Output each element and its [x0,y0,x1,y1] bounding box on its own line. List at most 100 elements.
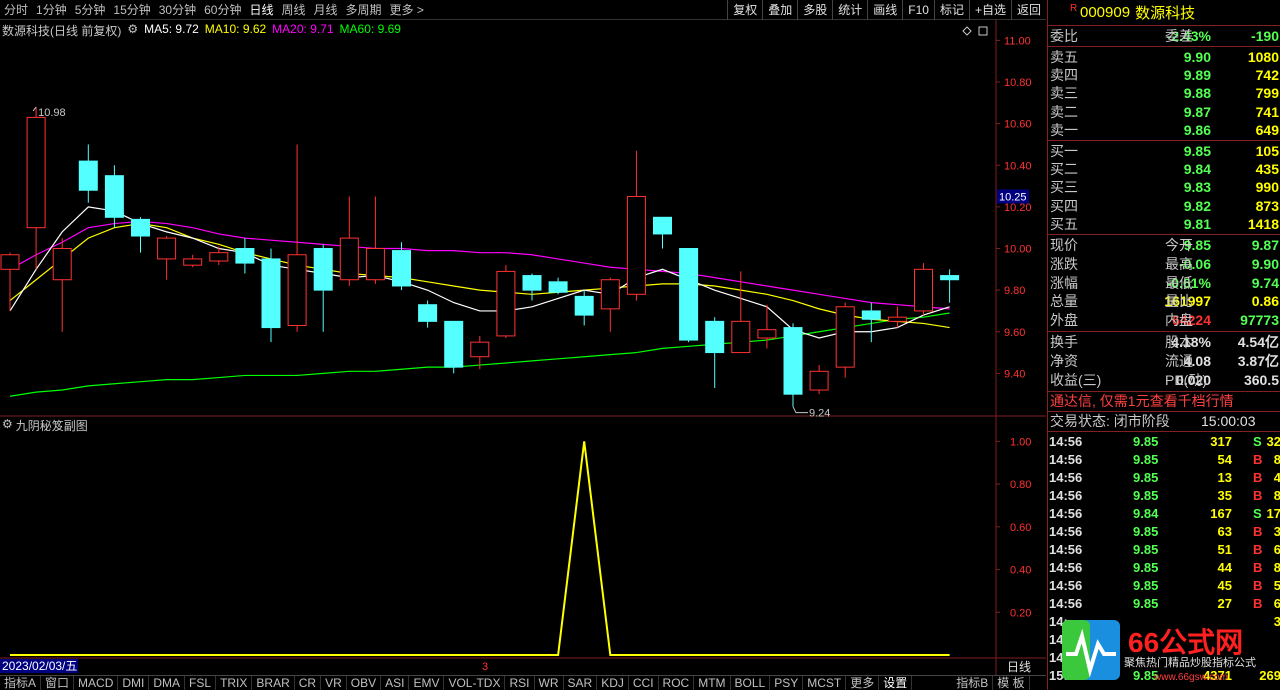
candle[interactable] [78,144,98,203]
indicator-tab-24[interactable]: 更多 [846,676,880,690]
candle[interactable] [183,254,203,268]
indicator-tab-7[interactable]: BRAR [252,676,295,690]
period-tab-2[interactable]: 5分钟 [71,0,110,20]
tool-button-0[interactable]: 复权 [727,0,762,20]
candle[interactable] [131,217,150,253]
indicator-tab-23[interactable]: MCST [803,676,847,690]
indicator-tab-3[interactable]: DMI [118,676,150,690]
indicator-tab-9[interactable]: VR [321,676,347,690]
kline-chart-svg[interactable]: 11.00 10.80 10.60 10.40 10.20 10.00 9.80 9.60 9.… [0,20,1046,675]
period-tab-5[interactable]: 60分钟 [200,0,245,20]
candle[interactable] [0,252,20,311]
candle[interactable] [914,263,933,316]
indicator-tab-11[interactable]: ASI [381,676,410,690]
candle[interactable] [705,317,725,388]
period-tab-0[interactable]: 分时 [0,0,32,20]
stat-value-2: 0.86 [1251,293,1279,310]
tick-side: B [1253,452,1263,467]
candle[interactable] [235,238,255,274]
tool-button-4[interactable]: 画线 [867,0,902,20]
indicator-tab-27[interactable]: 模 板 [993,676,1030,690]
period-label[interactable]: 日线 [1007,660,1031,674]
buy-level-label: 买一 [1050,143,1078,159]
candle[interactable] [52,238,72,332]
tick-time: 14:56 [1049,434,1083,449]
candle[interactable] [313,244,333,332]
candle[interactable] [496,265,516,338]
period-tab-7[interactable]: 周线 [277,0,309,20]
candle-body [287,254,307,327]
candle[interactable] [757,304,777,349]
period-tab-3[interactable]: 15分钟 [109,0,154,20]
settings-gear-icon[interactable]: ⚙ [127,22,138,38]
indicator-tab-25[interactable]: 设置 [879,676,913,690]
tool-button-1[interactable]: 叠加 [762,0,797,20]
period-tab-9[interactable]: 多周期 [342,0,386,20]
tool-button-5[interactable]: F10 [902,0,934,20]
indicator-tab-26[interactable]: 指标B [952,676,994,690]
indicator-tab-15[interactable]: WR [535,676,564,690]
indicator-menu-icon[interactable]: ⚙ [2,417,13,434]
candle[interactable] [444,320,464,374]
candle[interactable] [261,248,281,343]
candle[interactable] [339,196,359,286]
candle[interactable] [835,302,855,378]
indicator-tab-16[interactable]: SAR [564,676,598,690]
tool-button-6[interactable]: 标记 [933,0,969,20]
stat-label: 总量 [1050,293,1078,310]
indicator-tab-21[interactable]: BOLL [731,676,771,690]
finance-label-2: 流通 [1165,353,1193,369]
candle[interactable] [653,216,672,249]
period-tab-10[interactable]: 更多 > [386,0,428,20]
period-tab-6[interactable]: 日线 [245,0,277,20]
period-tab-1[interactable]: 1分钟 [32,0,71,20]
period-tab-8[interactable]: 月线 [310,0,342,20]
indicator-tab-14[interactable]: RSI [505,676,535,690]
indicator-tab-5[interactable]: FSL [185,676,217,690]
stock-name: 数源科技 [1135,5,1196,22]
indicator-tab-4[interactable]: DMA [149,676,186,690]
candle[interactable] [600,277,620,332]
indicator-tab-0[interactable]: 指标A [0,676,42,690]
tool-button-7[interactable]: +自选 [968,0,1011,20]
candle[interactable] [418,300,438,328]
candle[interactable] [679,248,699,343]
window-icon[interactable] [978,26,988,36]
candle[interactable] [548,277,568,295]
kline-chart-area[interactable]: 11.00 10.80 10.60 10.40 10.20 10.00 9.80 9.60 9.… [0,20,1046,675]
candle[interactable] [783,323,803,407]
candle[interactable] [26,107,46,270]
indicator-tab-2[interactable]: MACD [74,676,119,690]
candle[interactable] [522,273,542,301]
candle[interactable] [731,271,751,354]
finance-label-2: PE(动) [1165,372,1207,388]
indicator-tab-6[interactable]: TRIX [216,676,253,690]
sell-level-price: 9.89 [1183,67,1211,84]
candle[interactable] [365,196,385,284]
indicator-tab-17[interactable]: KDJ [597,676,629,690]
tool-button-8[interactable]: 返回 [1010,0,1046,20]
indicator-tab-13[interactable]: VOL-TDX [444,676,506,690]
indicator-tab-10[interactable]: OBV [347,676,382,690]
indicator-tab-22[interactable]: PSY [770,676,804,690]
indicator-tab-20[interactable]: MTM [694,676,731,690]
ad-link[interactable]: 通达信, 仅需1元查看千档行情 [1050,392,1234,410]
tool-button-2[interactable]: 多股 [797,0,832,20]
period-tab-4[interactable]: 30分钟 [155,0,200,20]
candle[interactable] [940,269,960,303]
indicator-tab-18[interactable]: CCI [629,676,659,690]
indicator-tab-8[interactable]: CR [295,676,322,690]
candle[interactable] [626,150,646,301]
indicator-tab-12[interactable]: EMV [409,676,445,690]
tool-button-3[interactable]: 统计 [832,0,867,20]
diamond-icon[interactable] [962,26,972,36]
candle[interactable] [574,290,594,326]
indicator-tab-19[interactable]: ROC [659,676,695,690]
candle[interactable] [287,144,307,332]
candle[interactable] [104,165,124,228]
candle[interactable] [809,365,829,395]
tick-price: 9.85 [1133,542,1159,557]
buy-level-volume: 105 [1255,143,1279,159]
indicator-tab-1[interactable]: 窗口 [41,676,75,690]
candle[interactable] [157,236,177,280]
